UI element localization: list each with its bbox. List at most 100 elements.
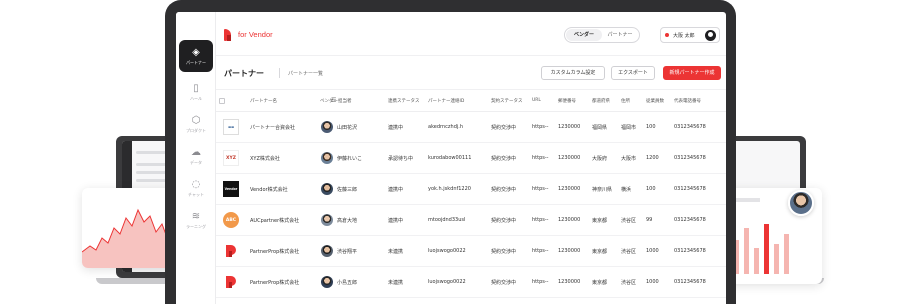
column-header[interactable]: URL [532,98,541,103]
column-header[interactable]: 連携ステータス [388,98,420,104]
link-status: 未連携 [388,249,404,255]
contact-id: mtoojdnd33usl [428,217,466,223]
sidebar-item-partner[interactable]: ◈ パートナー [179,40,213,72]
contract-status: 契約交渉中 [491,187,517,193]
address: 渋谷区 [621,249,637,255]
partner-icon: ◈ [192,46,200,58]
column-header[interactable]: 都道府県 [592,98,610,104]
cube-icon: ⬡ [191,114,201,126]
column-header[interactable]: 従業員数 [646,98,664,104]
notification-dot [665,33,669,37]
table-row[interactable]: XYZ XYZ株式会社 伊藤れいこ 承認待ち中 kurodabow00111 契… [216,143,726,174]
person-avatar [321,245,333,257]
contract-status: 契約交渉中 [491,218,517,224]
url[interactable]: https-- [532,248,548,254]
partner-table: パートナー名 ☰ ベンダー担当者 連携ステータス パートナー連絡ID 契約ステー… [216,90,726,304]
partner-name[interactable]: AUCpartner株式会社 [250,217,299,224]
url[interactable]: https-- [532,186,548,192]
partner-name[interactable]: Vendor株式会社 [250,186,288,193]
phone: 0312345678 [674,217,706,223]
select-all-checkbox[interactable] [219,98,225,104]
table-row[interactable]: ▬▬ パートナー合資会社 山田花沢 連携中 akedrnczhdj.h 契約交渉… [216,112,726,143]
user-avatar-icon [705,29,716,41]
toggle-partner[interactable]: パートナー [602,29,638,41]
address: 大阪市 [621,156,637,162]
person-avatar [321,276,333,288]
page-toolbar: パートナー パートナー一覧 カスタムカラム設定 エクスポート 新規パートナー作成 [216,56,726,90]
zip: 1230000 [558,186,581,192]
phone: 0312345678 [674,279,706,285]
export-button[interactable]: エクスポート [611,66,655,80]
column-header[interactable]: パートナー名 [250,98,277,104]
background-avatar [788,190,814,216]
sidebar: ◈ パートナー ▯ ハール ⬡ プロダクト ☁ データ ◌ チャット ≋ ラーニ… [176,12,216,304]
column-header[interactable]: ベンダー担当者 [320,98,352,104]
prefecture: 東京都 [592,280,608,286]
sidebar-item-chat[interactable]: ◌ チャット [179,172,213,204]
sidebar-item-learning[interactable]: ≋ ラーニング [179,204,213,236]
person-avatar [321,183,333,195]
url[interactable]: https-- [532,279,548,285]
sidebar-item-data[interactable]: ☁ データ [179,140,213,172]
cloud-icon: ☁ [191,146,201,158]
sidebar-item-product[interactable]: ⬡ プロダクト [179,108,213,140]
prefecture: 東京都 [592,249,608,255]
new-partner-button[interactable]: 新規パートナー作成 [663,66,721,80]
vendor-contact: 渋谷翔平 [337,249,358,255]
link-status: 連携中 [388,125,404,131]
address: 福岡市 [621,125,637,131]
column-header[interactable]: 郵便番号 [558,98,576,104]
company-logo-icon: XYZ [223,150,239,166]
column-header[interactable]: 契約ステータス [491,98,523,104]
partner-name[interactable]: PartnerProp株式会社 [250,248,299,255]
employees: 99 [646,217,653,223]
breadcrumb[interactable]: パートナー一覧 [288,70,323,77]
vendor-contact: 佐藤三郎 [337,187,358,193]
column-header[interactable]: 住所 [621,98,630,104]
person-avatar [321,214,333,226]
brand-logo-icon [224,29,234,41]
contact-id: luojswogo0022 [428,279,466,285]
contact-id: kurodabow00111 [428,155,472,161]
sidebar-item-file[interactable]: ▯ ハール [179,76,213,108]
custom-column-button[interactable]: カスタムカラム設定 [541,66,605,80]
zip: 1230000 [558,155,581,161]
table-row[interactable]: PartnerProp株式会社 小島五郎 未連携 luojswogo0022 契… [216,267,726,298]
vendor-contact: 伊藤れいこ [337,156,363,162]
contact-id: akedrnczhdj.h [428,124,464,130]
vendor-contact: 山田花沢 [337,125,358,131]
person-avatar [321,152,333,164]
role-toggle[interactable]: ベンダー パートナー [564,27,640,43]
title-divider [279,68,280,78]
table-row[interactable]: PartnerProp株式会社 渋谷翔平 未連携 luojswogo0022 契… [216,236,726,267]
vendor-contact: 高倉大地 [337,218,358,224]
toggle-vendor[interactable]: ベンダー [566,29,602,41]
employees: 100 [646,124,656,130]
contact-id: yok.h.jskdnf1220 [428,186,471,192]
phone: 0312345678 [674,186,706,192]
person-avatar [321,121,333,133]
table-row[interactable]: ABC AUCpartner株式会社 高倉大地 連携中 mtoojdnd33us… [216,205,726,236]
url[interactable]: https-- [532,217,548,223]
prefecture: 神奈川県 [592,187,613,193]
file-icon: ▯ [193,82,199,94]
company-logo-icon: ▬▬ [223,119,239,135]
partner-name[interactable]: XYZ株式会社 [250,155,280,162]
link-status: 未連携 [388,280,404,286]
url[interactable]: https-- [532,155,548,161]
laptop-bezel: ◈ パートナー ▯ ハール ⬡ プロダクト ☁ データ ◌ チャット ≋ ラーニ… [165,0,736,304]
column-header[interactable]: 代表電話番号 [674,98,701,104]
partnerprop-logo-icon [223,274,239,290]
zip: 1230000 [558,217,581,223]
user-menu[interactable]: 大阪 太郎 [660,27,720,43]
column-header[interactable]: パートナー連絡ID [428,98,464,104]
employees: 1000 [646,279,659,285]
prefecture: 大阪府 [592,156,608,162]
prefecture: 福岡県 [592,125,608,131]
partner-name[interactable]: PartnerProp株式会社 [250,279,299,286]
phone: 0312345678 [674,124,706,130]
partner-name[interactable]: パートナー合資会社 [250,124,295,131]
prefecture: 東京都 [592,218,608,224]
url[interactable]: https-- [532,124,548,130]
table-row[interactable]: Vendor Vendor株式会社 佐藤三郎 連携中 yok.h.jskdnf1… [216,174,726,205]
